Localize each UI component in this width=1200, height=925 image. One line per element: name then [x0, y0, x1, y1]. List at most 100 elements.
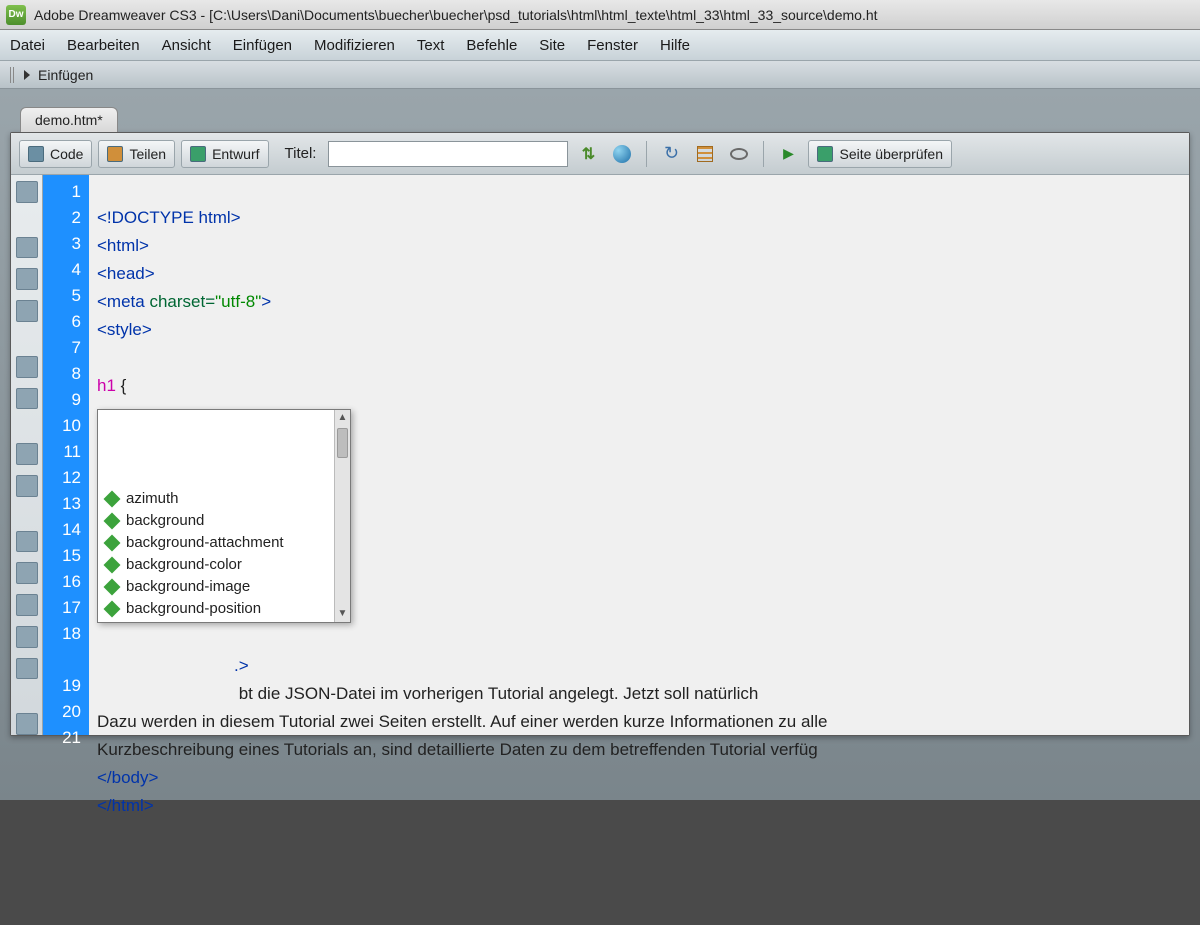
line-number: 3 [43, 231, 81, 257]
code-line: <head> [97, 264, 155, 283]
autocomplete-item[interactable]: background [98, 510, 350, 532]
menu-befehle[interactable]: Befehle [466, 37, 517, 54]
expand-triangle-icon [24, 70, 30, 80]
tool-collapse-full[interactable] [16, 237, 38, 259]
validate-button[interactable]: ▶ [774, 140, 802, 168]
menu-datei[interactable]: Datei [10, 37, 45, 54]
menu-site[interactable]: Site [539, 37, 565, 54]
menu-fenster[interactable]: Fenster [587, 37, 638, 54]
code-line: h1 { [97, 376, 126, 395]
check-page-label: Seite überprüfen [839, 146, 943, 162]
browser-preview-button[interactable] [608, 140, 636, 168]
line-number: 17 [43, 595, 81, 621]
code-line [97, 348, 102, 367]
tool-collapse-selection[interactable] [16, 268, 38, 290]
refresh-button[interactable]: ↻ [657, 140, 685, 168]
autocomplete-label: background-repeat [126, 618, 252, 623]
document-tab[interactable]: demo.htm* [20, 107, 118, 132]
tool-word-wrap[interactable] [16, 475, 38, 497]
line-number: 16 [43, 569, 81, 595]
line-number: 10 [43, 413, 81, 439]
tool-expand[interactable] [16, 300, 38, 322]
code-line [97, 628, 102, 647]
code-line: Dazu werden in diesem Tutorial zwei Seit… [97, 712, 827, 731]
menu-einfuegen[interactable]: Einfügen [233, 37, 292, 54]
title-label: Titel: [285, 145, 317, 162]
arrows-icon: ⇅ [582, 144, 595, 164]
menu-bearbeiten[interactable]: Bearbeiten [67, 37, 140, 54]
line-number [43, 647, 81, 673]
eye-icon [730, 148, 748, 160]
app-logo: Dw [6, 5, 26, 25]
split-view-icon [107, 146, 123, 162]
autocomplete-scrollbar[interactable]: ▲ ▼ [334, 410, 350, 622]
scroll-down-icon[interactable]: ▼ [335, 606, 350, 622]
design-view-label: Entwurf [212, 146, 259, 162]
tool-comment[interactable] [16, 531, 38, 553]
autocomplete-item[interactable]: azimuth [98, 488, 350, 510]
autocomplete-item[interactable]: background-image [98, 576, 350, 598]
code-editor: 123456789101112131415161718 192021 <!DOC… [11, 175, 1189, 735]
check-page-button[interactable]: Seite überprüfen [808, 140, 952, 168]
code-view-button[interactable]: Code [19, 140, 92, 168]
split-view-button[interactable]: Teilen [98, 140, 175, 168]
refresh-icon: ↻ [664, 143, 679, 164]
tool-uncomment[interactable] [16, 562, 38, 584]
document-tab-row: demo.htm* [10, 107, 1190, 132]
code-area[interactable]: <!DOCTYPE html> <html> <head> <meta char… [89, 175, 1189, 735]
code-line: </body> [97, 768, 158, 787]
code-line: bt die JSON-Datei im vorherigen Tutorial… [97, 684, 763, 703]
title-input[interactable] [328, 141, 568, 167]
tool-highlight[interactable] [16, 594, 38, 616]
autocomplete-item[interactable]: background-attachment [98, 532, 350, 554]
line-number: 7 [43, 335, 81, 361]
scroll-up-icon[interactable]: ▲ [335, 410, 350, 426]
tool-recent[interactable] [16, 658, 38, 680]
workspace: demo.htm* Code Teilen Entwurf Titel: ⇅ ↻… [0, 89, 1200, 800]
tool-indent[interactable] [16, 713, 38, 735]
line-number: 6 [43, 309, 81, 335]
tool-line-numbers[interactable] [16, 443, 38, 465]
design-view-button[interactable]: Entwurf [181, 140, 268, 168]
separator [646, 141, 647, 167]
line-number: 15 [43, 543, 81, 569]
code-line: <!DOCTYPE html> [97, 208, 241, 227]
property-icon [104, 601, 121, 618]
line-number: 5 [43, 283, 81, 309]
autocomplete-item[interactable]: background-repeat [98, 620, 350, 623]
property-icon [104, 557, 121, 574]
check-page-icon [817, 146, 833, 162]
autocomplete-item[interactable]: background-color [98, 554, 350, 576]
line-number: 14 [43, 517, 81, 543]
split-view-label: Teilen [129, 146, 166, 162]
list-icon [697, 146, 713, 162]
property-icon [104, 513, 121, 530]
tool-new-doc[interactable] [16, 181, 38, 203]
code-view-label: Code [50, 146, 83, 162]
titlebar: Dw Adobe Dreamweaver CS3 - [C:\Users\Dan… [0, 0, 1200, 30]
line-number: 11 [43, 439, 81, 465]
separator [763, 141, 764, 167]
scroll-thumb[interactable] [337, 428, 348, 458]
menu-ansicht[interactable]: Ansicht [162, 37, 211, 54]
code-line: </html> [97, 796, 154, 815]
menu-hilfe[interactable]: Hilfe [660, 37, 690, 54]
tool-select-parent[interactable] [16, 356, 38, 378]
globe-icon [613, 145, 631, 163]
upload-download-button[interactable]: ⇅ [574, 140, 602, 168]
view-options-button[interactable] [691, 140, 719, 168]
line-number: 2 [43, 205, 81, 231]
property-icon [104, 535, 121, 552]
autocomplete-item[interactable]: background-position [98, 598, 350, 620]
code-view-icon [28, 146, 44, 162]
document-toolbar: Code Teilen Entwurf Titel: ⇅ ↻ ▶ Seite ü… [11, 133, 1189, 175]
visual-aids-button[interactable] [725, 140, 753, 168]
line-number: 4 [43, 257, 81, 283]
tool-balance-braces[interactable] [16, 388, 38, 410]
property-icon [104, 579, 121, 596]
line-number-gutter: 123456789101112131415161718 192021 [43, 175, 89, 735]
menu-modifizieren[interactable]: Modifizieren [314, 37, 395, 54]
tool-snippet[interactable] [16, 626, 38, 648]
menu-text[interactable]: Text [417, 37, 445, 54]
insert-panel-bar[interactable]: Einfügen [0, 61, 1200, 89]
